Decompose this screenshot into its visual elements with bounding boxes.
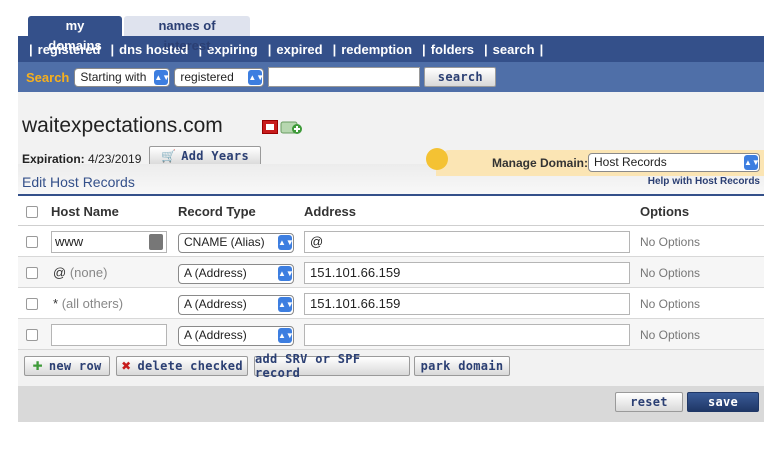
row-options: No Options <box>640 328 701 342</box>
row-options: No Options <box>640 235 701 249</box>
host-name-text: * (all others) <box>53 296 123 311</box>
table-row: * (all others) A (Address) ▲▼ 151.101.66… <box>18 288 764 319</box>
record-type-select[interactable]: A (Address) ▲▼ <box>178 264 294 284</box>
new-row-label: new row <box>48 359 102 373</box>
header-address: Address <box>304 204 357 219</box>
add-srv-spf-button[interactable]: add SRV or SPF record <box>254 352 410 380</box>
nav-label: folders <box>430 41 475 57</box>
search-label: Search <box>26 69 70 85</box>
manage-domain-select[interactable]: Host Records ▲▼ <box>588 153 760 172</box>
manage-domain-value: Host Records <box>594 155 667 169</box>
record-type-select[interactable]: A (Address) ▲▼ <box>178 326 294 346</box>
plus-icon: ✚ <box>32 359 43 373</box>
select-all-checkbox[interactable] <box>26 206 38 218</box>
search-input[interactable] <box>268 67 421 87</box>
row-checkbox[interactable] <box>26 298 38 310</box>
record-type-select[interactable]: A (Address) ▲▼ <box>178 295 294 315</box>
record-type-value: A (Address) <box>184 266 247 280</box>
nav-label: search <box>492 41 535 57</box>
select-arrows-icon: ▲▼ <box>744 155 760 170</box>
delete-checked-button[interactable]: ✖ delete checked <box>116 356 248 376</box>
select-arrows-icon: ▲▼ <box>248 69 264 85</box>
row-options: No Options <box>640 297 701 311</box>
record-type-value: A (Address) <box>184 297 247 311</box>
search-bar: Search Starting with ▲▼ registered ▲▼ se… <box>18 62 764 92</box>
select-arrows-icon: ▲▼ <box>278 266 294 281</box>
host-name-note: (all others) <box>61 296 124 311</box>
address-input[interactable]: 151.101.66.159 <box>304 262 630 284</box>
address-input[interactable]: 151.101.66.159 <box>304 293 630 315</box>
search-scope-value: registered <box>180 69 234 84</box>
new-row-button[interactable]: ✚ new row <box>24 356 110 376</box>
header-record-type: Record Type <box>178 204 256 219</box>
table-row: @ (none) A (Address) ▲▼ 151.101.66.159 N… <box>18 257 764 288</box>
record-type-value: A (Address) <box>184 328 247 342</box>
host-name-value: @ <box>53 265 67 280</box>
lightbulb-icon <box>426 148 448 170</box>
row-checkbox[interactable] <box>26 329 38 341</box>
host-records-table: Host Name Record Type Address Options ww… <box>18 196 764 350</box>
edit-host-records-header: Manage Domain: Host Records ▲▼ Edit Host… <box>18 148 764 196</box>
record-actions: ✚ new row ✖ delete checked add SRV or SP… <box>18 350 764 386</box>
reset-button[interactable]: reset <box>615 392 683 412</box>
delete-icon: ✖ <box>121 359 132 373</box>
tab-names-of-interest[interactable]: names of interest <box>124 16 250 53</box>
host-name-input[interactable]: www <box>51 231 167 253</box>
domain-name: waitexpectations.com <box>22 114 223 137</box>
host-name-note: (none) <box>69 265 108 280</box>
select-arrows-icon: ▲▼ <box>154 69 170 85</box>
add-years-label: Add Years <box>181 149 249 163</box>
select-arrows-icon: ▲▼ <box>278 328 294 343</box>
search-mode-select[interactable]: Starting with ▲▼ <box>74 67 171 87</box>
search-button[interactable]: search <box>424 67 497 87</box>
help-link[interactable]: Help with Host Records <box>648 176 760 187</box>
search-mode-value: Starting with <box>80 69 147 84</box>
search-scope-select[interactable]: registered ▲▼ <box>174 67 265 87</box>
contact-card-icon[interactable] <box>262 120 278 134</box>
nav-label: redemption <box>341 41 413 57</box>
row-options: No Options <box>640 266 701 280</box>
keychain-icon <box>149 234 163 250</box>
record-type-select[interactable]: CNAME (Alias) ▲▼ <box>178 233 294 253</box>
nav-label: expiring <box>207 41 258 57</box>
domain-nav: |registered |dns hosted |expiring |expir… <box>18 36 764 62</box>
save-button[interactable]: save <box>687 392 759 412</box>
nav-item-redemption[interactable]: | redemption <box>328 42 417 57</box>
address-input[interactable]: @ <box>304 231 630 253</box>
page-title: Edit Host Records <box>22 174 135 190</box>
cart-icon: 🛒 <box>161 149 177 163</box>
host-name-input[interactable] <box>51 324 167 346</box>
manage-domain-label: Manage Domain: <box>492 156 589 170</box>
select-arrows-icon: ▲▼ <box>278 235 294 250</box>
record-type-value: CNAME (Alias) <box>184 235 265 249</box>
add-years-button[interactable]: 🛒 Add Years <box>149 146 261 166</box>
row-checkbox[interactable] <box>26 267 38 279</box>
nav-label: expired <box>276 41 323 57</box>
nav-item-expired[interactable]: | expired <box>263 42 328 57</box>
spacer <box>18 92 764 104</box>
delete-checked-label: delete checked <box>137 359 243 373</box>
form-footer: reset save <box>18 386 764 422</box>
table-header-row: Host Name Record Type Address Options <box>18 196 764 226</box>
table-row: A (Address) ▲▼ No Options <box>18 319 764 350</box>
host-name-value: www <box>55 234 84 249</box>
tab-my-domains[interactable]: my domains <box>28 16 122 53</box>
nav-item-search[interactable]: | search <box>479 42 540 57</box>
park-domain-button[interactable]: park domain <box>414 356 510 376</box>
host-name-value: * <box>53 296 59 311</box>
host-name-text: @ (none) <box>53 265 107 280</box>
address-input[interactable] <box>304 324 630 346</box>
select-arrows-icon: ▲▼ <box>278 297 294 312</box>
domain-manager: my domains names of interest | registered… <box>18 14 764 422</box>
manage-domain-panel: Manage Domain: Host Records ▲▼ <box>426 148 764 176</box>
nav-item-folders[interactable]: | folders <box>417 42 479 57</box>
row-checkbox[interactable] <box>26 236 38 248</box>
add-folder-icon[interactable] <box>280 119 304 135</box>
table-row: www CNAME (Alias) ▲▼ @ No Options <box>18 226 764 257</box>
header-options: Options <box>640 204 690 219</box>
nav-separator: | <box>539 41 544 57</box>
top-tabs: my domains names of interest <box>18 14 764 53</box>
header-host-name: Host Name <box>51 204 119 219</box>
